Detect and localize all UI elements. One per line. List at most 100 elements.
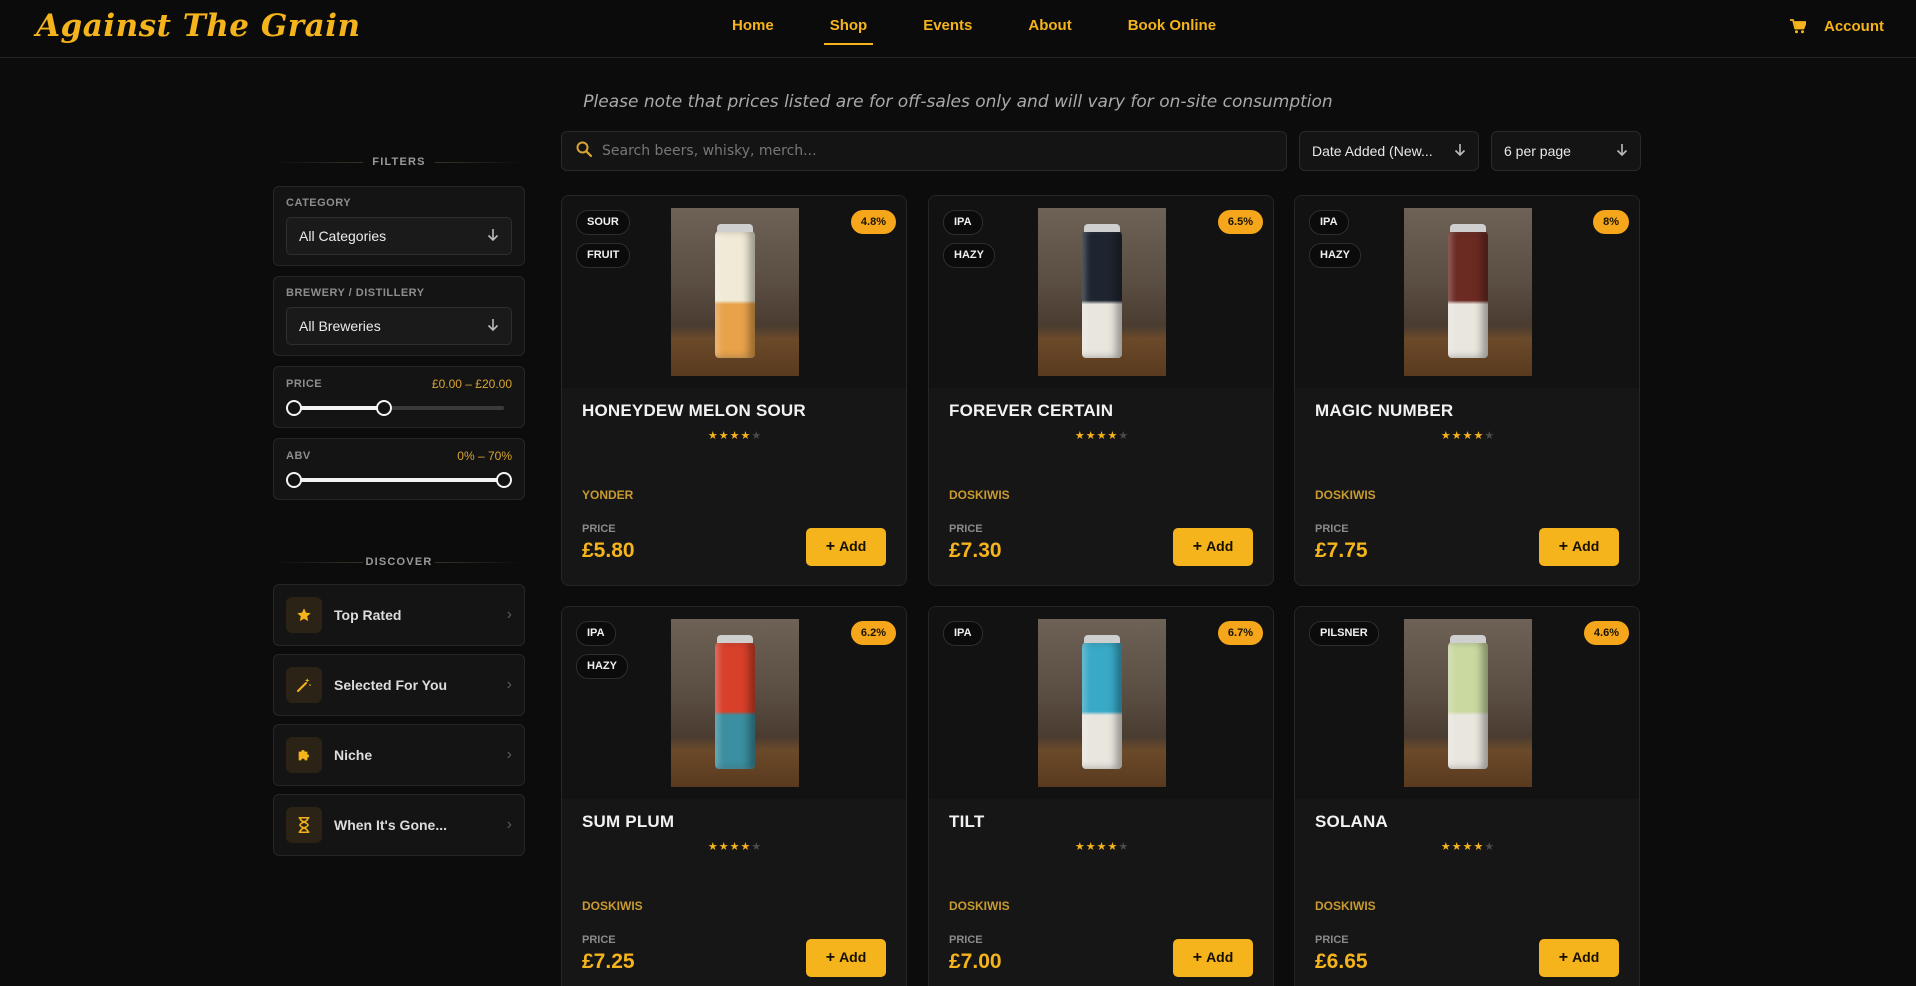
- beer-can-image: [715, 224, 755, 358]
- price-label: PRICE: [286, 378, 323, 390]
- product-photo[interactable]: [1038, 619, 1166, 787]
- price-label: PRICE: [1315, 934, 1349, 946]
- abv-badge: 6.2%: [850, 621, 896, 645]
- nav-link-shop[interactable]: Shop: [802, 0, 896, 58]
- product-card[interactable]: SOUR FRUIT 4.8% HONEYDEW MELON SOUR ★★★★★…: [561, 195, 907, 586]
- brewery-filter: BREWERY / DISTILLERY All Breweries: [273, 276, 525, 356]
- brewery-select[interactable]: All Breweries: [286, 307, 512, 345]
- rating-stars: ★★★★★: [929, 840, 1273, 853]
- tag-list: IPA HAZY: [943, 210, 995, 268]
- product-price: £7.30: [949, 539, 1002, 562]
- category-label: CATEGORY: [286, 197, 352, 209]
- per-page-select[interactable]: 6 per page: [1491, 131, 1641, 171]
- brewery-name[interactable]: DOSKIWIS: [949, 488, 1010, 502]
- discover-label: Top Rated: [334, 607, 402, 623]
- star-filled-icon: ★: [729, 430, 741, 442]
- product-card[interactable]: PILSNER 4.6% SOLANA ★★★★★ DOSKIWIS PRICE…: [1294, 606, 1640, 986]
- star-filled-icon: ★: [1096, 841, 1108, 853]
- brewery-name[interactable]: DOSKIWIS: [582, 899, 643, 913]
- star-empty-icon: ★: [751, 841, 763, 853]
- product-card[interactable]: IPA HAZY 6.5% FOREVER CERTAIN ★★★★★ DOSKI…: [928, 195, 1274, 586]
- arrow-down-icon: [1616, 143, 1628, 160]
- product-image-area: IPA HAZY 6.2%: [562, 607, 906, 799]
- price-slider[interactable]: [286, 397, 512, 417]
- add-button-label: Add: [1572, 538, 1600, 554]
- add-to-cart-button[interactable]: + Add: [1539, 528, 1619, 566]
- tag-list: PILSNER: [1309, 621, 1379, 646]
- nav-link-events[interactable]: Events: [895, 0, 1000, 58]
- discover-heading: DISCOVER: [273, 548, 525, 576]
- product-name[interactable]: HONEYDEW MELON SOUR: [582, 401, 806, 421]
- star-empty-icon: ★: [1484, 841, 1496, 853]
- add-button-label: Add: [1572, 949, 1600, 965]
- style-tag: HAZY: [943, 243, 995, 268]
- price-min-handle[interactable]: [286, 400, 302, 416]
- nav-link-about[interactable]: About: [1000, 0, 1099, 58]
- add-to-cart-button[interactable]: + Add: [1173, 939, 1253, 977]
- product-photo[interactable]: [1404, 619, 1532, 787]
- product-card[interactable]: IPA HAZY 6.2% SUM PLUM ★★★★★ DOSKIWIS PRI…: [561, 606, 907, 986]
- add-button-label: Add: [839, 949, 867, 965]
- nav-link-home[interactable]: Home: [704, 0, 802, 58]
- discover-label: Selected For You: [334, 677, 448, 693]
- price-range-value: £0.00 – £20.00: [431, 377, 512, 391]
- brewery-name[interactable]: DOSKIWIS: [1315, 488, 1376, 502]
- product-card[interactable]: IPA HAZY 8% MAGIC NUMBER ★★★★★ DOSKIWIS P…: [1294, 195, 1640, 586]
- product-card[interactable]: IPA 6.7% TILT ★★★★★ DOSKIWIS PRICE £7.00…: [928, 606, 1274, 986]
- add-to-cart-button[interactable]: + Add: [806, 528, 886, 566]
- rating-stars: ★★★★★: [1295, 429, 1639, 442]
- abv-badge: 6.7%: [1217, 621, 1263, 645]
- tag-list: IPA HAZY: [576, 621, 628, 679]
- product-name[interactable]: FOREVER CERTAIN: [949, 401, 1113, 421]
- price-filter: PRICE £0.00 – £20.00: [273, 366, 525, 428]
- discover-when-its-gone[interactable]: When It's Gone... ›: [273, 794, 525, 856]
- search-bar: [561, 131, 1287, 171]
- product-name[interactable]: TILT: [949, 812, 984, 832]
- product-photo[interactable]: [1038, 208, 1166, 376]
- product-photo[interactable]: [671, 208, 799, 376]
- product-name[interactable]: SUM PLUM: [582, 812, 674, 832]
- star-filled-icon: ★: [1096, 430, 1108, 442]
- add-to-cart-button[interactable]: + Add: [1539, 939, 1619, 977]
- category-select[interactable]: All Categories: [286, 217, 512, 255]
- star-empty-icon: ★: [1118, 841, 1130, 853]
- tag-list: IPA HAZY: [1309, 210, 1361, 268]
- brand-logo[interactable]: Against The Grain: [36, 8, 361, 44]
- price-label: PRICE: [582, 934, 616, 946]
- sort-select[interactable]: Date Added (New...: [1299, 131, 1479, 171]
- abv-max-handle[interactable]: [496, 472, 512, 488]
- discover-selected-for-you[interactable]: Selected For You ›: [273, 654, 525, 716]
- search-input[interactable]: [602, 143, 1262, 159]
- magic-wand-icon: [286, 667, 322, 703]
- brewery-name[interactable]: DOSKIWIS: [1315, 899, 1376, 913]
- pricing-notice: Please note that prices listed are for o…: [583, 92, 1333, 112]
- abv-filter: ABV 0% – 70%: [273, 438, 525, 500]
- price-label: PRICE: [949, 523, 983, 535]
- nav-link-book-online[interactable]: Book Online: [1100, 0, 1244, 58]
- star-filled-icon: ★: [1440, 841, 1452, 853]
- discover-top-rated[interactable]: Top Rated ›: [273, 584, 525, 646]
- abv-badge: 4.8%: [850, 210, 896, 234]
- product-price: £6.65: [1315, 950, 1368, 973]
- star-filled-icon: ★: [1440, 430, 1452, 442]
- product-name[interactable]: SOLANA: [1315, 812, 1388, 832]
- brewery-name[interactable]: DOSKIWIS: [949, 899, 1010, 913]
- sort-select-value: Date Added (New...: [1312, 143, 1433, 159]
- abv-min-handle[interactable]: [286, 472, 302, 488]
- product-name[interactable]: MAGIC NUMBER: [1315, 401, 1453, 421]
- abv-slider[interactable]: [286, 469, 512, 489]
- style-tag: HAZY: [1309, 243, 1361, 268]
- cart-icon[interactable]: [1790, 18, 1806, 34]
- star-filled-icon: ★: [1473, 841, 1485, 853]
- product-photo[interactable]: [1404, 208, 1532, 376]
- account-link[interactable]: Account: [1824, 18, 1884, 35]
- discover-niche[interactable]: Niche ›: [273, 724, 525, 786]
- star-filled-icon: ★: [740, 430, 752, 442]
- price-label: PRICE: [582, 523, 616, 535]
- add-to-cart-button[interactable]: + Add: [806, 939, 886, 977]
- product-image-area: IPA 6.7%: [929, 607, 1273, 799]
- price-max-handle[interactable]: [376, 400, 393, 416]
- product-photo[interactable]: [671, 619, 799, 787]
- brewery-name[interactable]: YONDER: [582, 488, 633, 502]
- add-to-cart-button[interactable]: + Add: [1173, 528, 1253, 566]
